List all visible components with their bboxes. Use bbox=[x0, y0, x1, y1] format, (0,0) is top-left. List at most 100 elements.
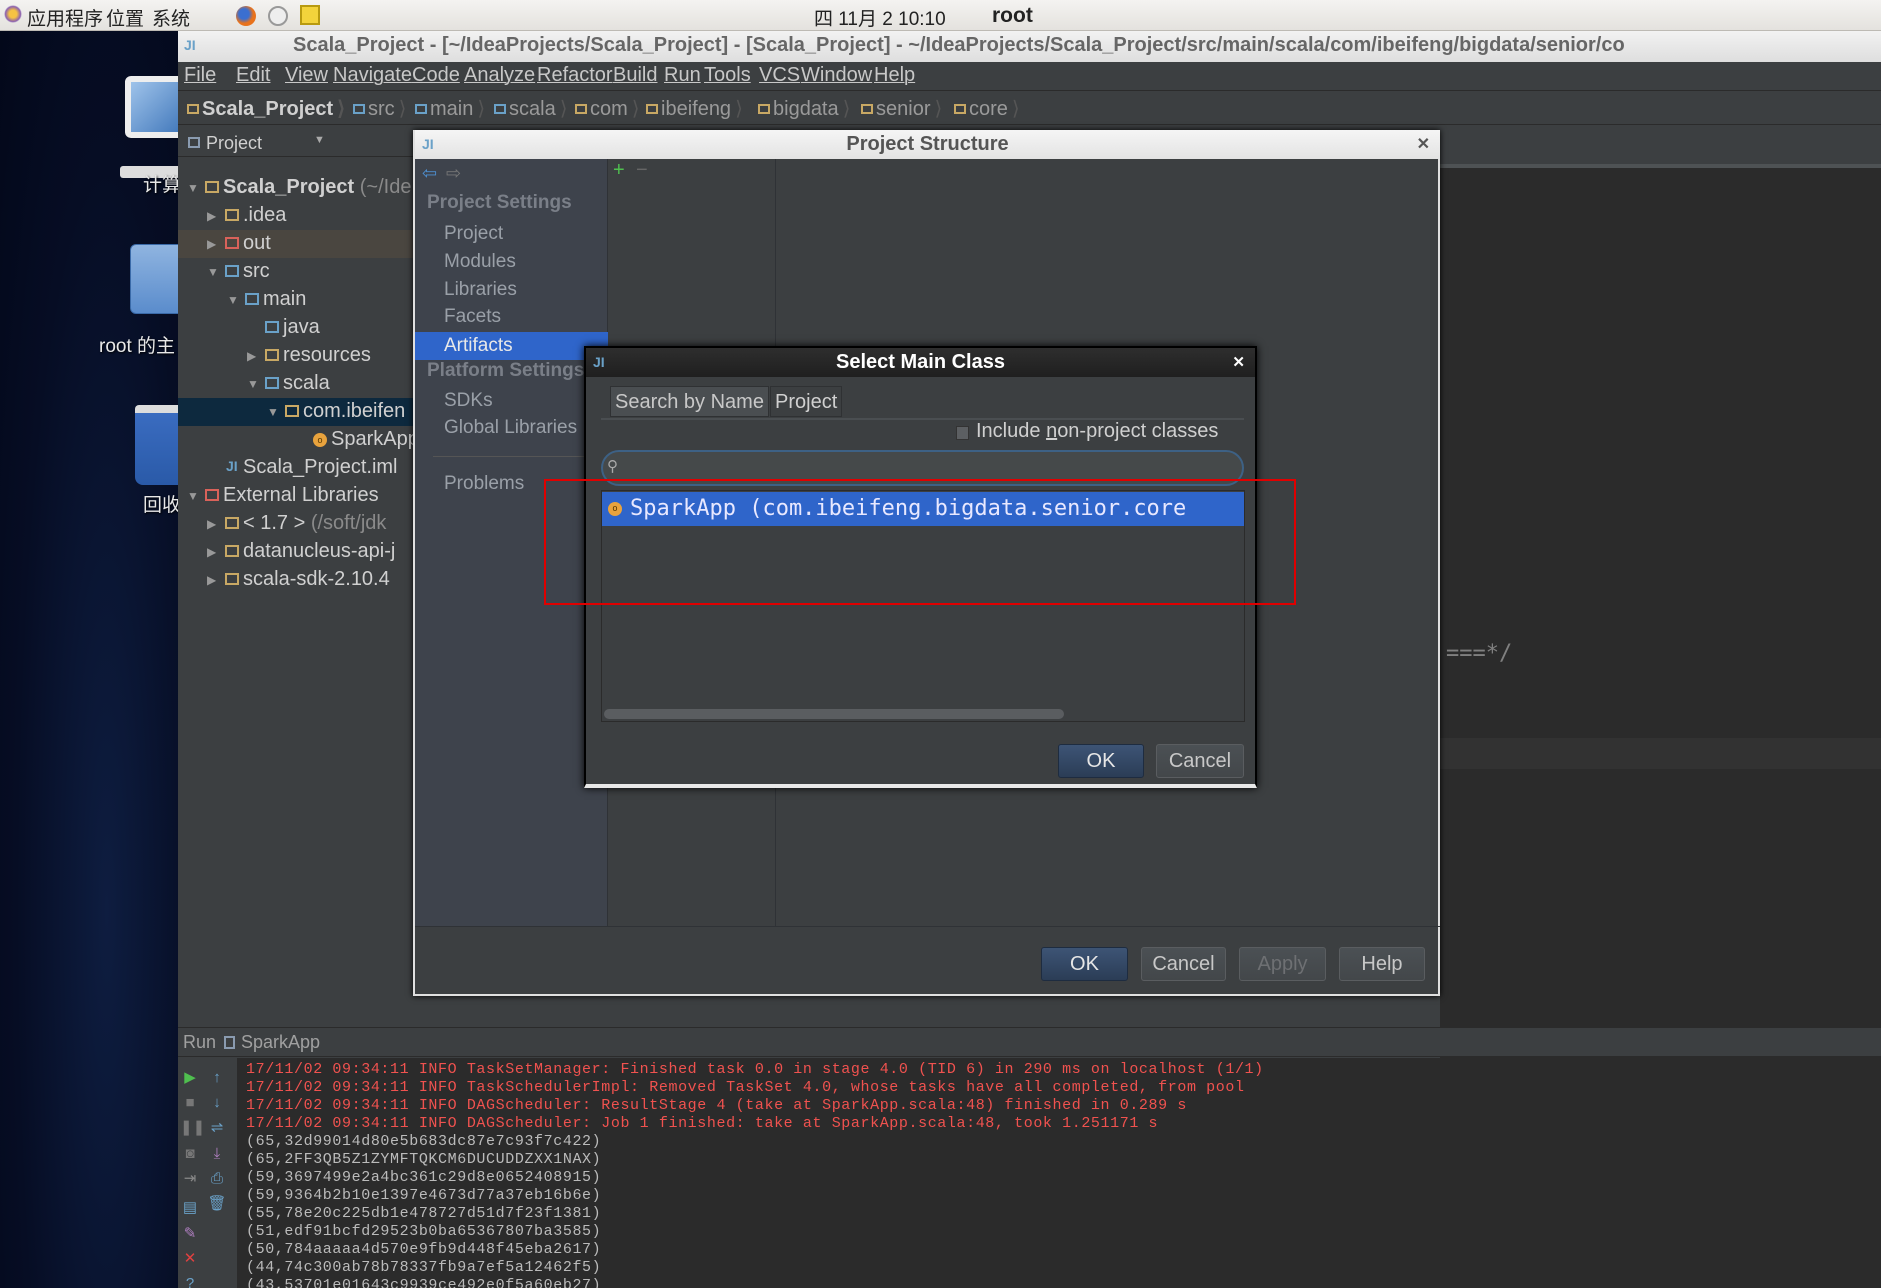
expanded-arrow-icon[interactable]: ▼ bbox=[207, 265, 219, 279]
help-icon[interactable]: ? bbox=[180, 1274, 200, 1288]
tree-item-scala-sdk-2-10-4[interactable]: ▶ scala-sdk-2.10.4 bbox=[178, 566, 413, 594]
nav-item-artifacts[interactable]: Artifacts bbox=[415, 332, 608, 360]
breadcrumb-scala-project[interactable]: Scala_Project ⟩ bbox=[187, 96, 345, 121]
tree-item-java[interactable]: java bbox=[178, 314, 413, 342]
expanded-arrow-icon[interactable]: ▼ bbox=[187, 489, 199, 503]
console-output[interactable]: 17/11/02 09:34:11 INFO TaskSetManager: F… bbox=[238, 1058, 1881, 1288]
project-panel-header[interactable]: Project ▼ bbox=[178, 130, 413, 157]
tree-item-src[interactable]: ▼ src bbox=[178, 258, 413, 286]
user-name[interactable]: root bbox=[992, 4, 1033, 28]
collapsed-arrow-icon[interactable]: ▶ bbox=[207, 545, 216, 559]
menu-applications[interactable]: 应用程序 bbox=[27, 4, 103, 31]
expanded-arrow-icon[interactable]: ▼ bbox=[187, 181, 199, 195]
project-structure-titlebar[interactable]: JI Project Structure ✕ bbox=[415, 130, 1440, 159]
ok-button[interactable]: OK bbox=[1041, 947, 1128, 981]
tree-item-com-ibeifen[interactable]: ▼ com.ibeifen bbox=[178, 398, 413, 426]
close-icon[interactable]: ✕ bbox=[1417, 130, 1430, 159]
tree-item-scala-project[interactable]: ▼ Scala_Project (~/Ide bbox=[178, 174, 413, 202]
nav-item-facets[interactable]: Facets bbox=[415, 303, 608, 331]
print-icon[interactable]: ⎙ bbox=[207, 1169, 227, 1189]
trash-icon[interactable] bbox=[125, 405, 205, 485]
email-icon[interactable] bbox=[268, 6, 288, 26]
expanded-arrow-icon[interactable]: ▼ bbox=[247, 377, 259, 391]
tree-item-scala[interactable]: ▼ scala bbox=[178, 370, 413, 398]
breadcrumb-main[interactable]: main ⟩ bbox=[415, 96, 485, 121]
ok-button[interactable]: OK bbox=[1058, 744, 1144, 778]
trash-icon[interactable]: 🗑 bbox=[207, 1194, 227, 1214]
menu-edit[interactable]: Edit bbox=[236, 64, 270, 87]
cancel-button[interactable]: Cancel bbox=[1141, 947, 1226, 981]
tree-item-main[interactable]: ▼ main bbox=[178, 286, 413, 314]
tree-item-datanucleus-api-j[interactable]: ▶ datanucleus-api-j bbox=[178, 538, 413, 566]
menu-vcs[interactable]: VCS bbox=[759, 64, 800, 87]
window-titlebar[interactable]: JI Scala_Project - [~/IdeaProjects/Scala… bbox=[178, 31, 1881, 62]
help-button[interactable]: Help bbox=[1339, 947, 1425, 981]
nav-item-modules[interactable]: Modules bbox=[415, 248, 608, 276]
breadcrumb-ibeifeng[interactable]: ibeifeng ⟩ bbox=[646, 96, 743, 121]
editor[interactable] bbox=[1440, 130, 1881, 1058]
tree-item-idea[interactable]: ▶ .idea bbox=[178, 202, 413, 230]
horizontal-scrollbar[interactable] bbox=[604, 709, 1064, 719]
menu-places[interactable]: 位置 bbox=[106, 4, 144, 31]
menu-tools[interactable]: Tools bbox=[704, 64, 751, 87]
exit-icon[interactable]: ⇥ bbox=[180, 1169, 200, 1189]
menu-file[interactable]: File bbox=[184, 64, 216, 87]
collapsed-arrow-icon[interactable]: ▶ bbox=[247, 349, 256, 363]
nav-item-libraries[interactable]: Libraries bbox=[415, 276, 608, 304]
collapsed-arrow-icon[interactable]: ▶ bbox=[207, 517, 216, 531]
layout-icon[interactable]: ▤ bbox=[180, 1198, 200, 1218]
expanded-arrow-icon[interactable]: ▼ bbox=[267, 405, 279, 419]
breadcrumb-core[interactable]: core ⟩ bbox=[954, 96, 1020, 121]
tree-item-external-libraries[interactable]: ▼ External Libraries bbox=[178, 482, 413, 510]
menu-help[interactable]: Help bbox=[874, 64, 915, 87]
home-folder-icon[interactable] bbox=[125, 244, 200, 324]
nav-item-sdks[interactable]: SDKs bbox=[415, 387, 608, 415]
cancel-button[interactable]: Cancel bbox=[1156, 744, 1244, 778]
menu-run[interactable]: Run bbox=[664, 64, 701, 87]
up-arrow-icon[interactable]: ↑ bbox=[207, 1068, 227, 1088]
chevron-down-icon[interactable]: ▼ bbox=[314, 134, 325, 146]
computer-icon[interactable] bbox=[120, 76, 195, 178]
run-config-name[interactable]: SparkApp bbox=[241, 1032, 320, 1053]
gnome-foot-icon[interactable] bbox=[4, 5, 22, 23]
apply-button[interactable]: Apply bbox=[1239, 947, 1326, 981]
menu-refactor[interactable]: Refactor bbox=[537, 64, 613, 87]
forward-arrow-icon[interactable]: ⇨ bbox=[446, 163, 461, 184]
menu-system[interactable]: 系统 bbox=[152, 4, 190, 31]
close-icon[interactable]: ✕ bbox=[1232, 348, 1245, 377]
remove-icon[interactable]: − bbox=[636, 159, 648, 182]
down-arrow-icon[interactable]: ↓ bbox=[207, 1093, 227, 1113]
breadcrumb-src[interactable]: src ⟩ bbox=[353, 96, 406, 121]
run-panel-label[interactable]: Run bbox=[183, 1032, 216, 1053]
tab-search-by-name[interactable]: Search by Name bbox=[610, 386, 769, 417]
firefox-icon[interactable] bbox=[236, 6, 256, 26]
dump-threads-icon[interactable]: ◙ bbox=[180, 1144, 200, 1164]
nav-item-project[interactable]: Project bbox=[415, 220, 608, 248]
menu-view[interactable]: View bbox=[285, 64, 328, 87]
menu-code[interactable]: Code bbox=[412, 64, 460, 87]
menu-build[interactable]: Build bbox=[613, 64, 657, 87]
tree-item-sparkapp[interactable]: o SparkApp bbox=[178, 426, 413, 454]
collapsed-arrow-icon[interactable]: ▶ bbox=[207, 209, 216, 223]
add-icon[interactable]: + bbox=[613, 159, 625, 182]
select-main-class-titlebar[interactable]: JI Select Main Class ✕ bbox=[586, 348, 1255, 377]
breadcrumb-bigdata[interactable]: bigdata ⟩ bbox=[758, 96, 850, 121]
stop-icon[interactable]: ■ bbox=[180, 1093, 200, 1113]
rerun-icon[interactable]: ▶ bbox=[180, 1068, 200, 1088]
notes-icon[interactable] bbox=[300, 5, 320, 25]
expanded-arrow-icon[interactable]: ▼ bbox=[227, 293, 239, 307]
pin-icon[interactable]: ✎ bbox=[180, 1224, 200, 1244]
collapsed-arrow-icon[interactable]: ▶ bbox=[207, 237, 216, 251]
breadcrumb-scala[interactable]: scala ⟩ bbox=[494, 96, 568, 121]
pause-icon[interactable]: ❚❚ bbox=[180, 1118, 205, 1138]
tree-item-scala-project-iml[interactable]: JI Scala_Project.iml bbox=[178, 454, 413, 482]
tree-item-1-7[interactable]: ▶ < 1.7 > (/soft/jdk bbox=[178, 510, 413, 538]
nav-item-global-libraries[interactable]: Global Libraries bbox=[415, 414, 608, 442]
menu-window[interactable]: Window bbox=[801, 64, 872, 87]
menu-navigate[interactable]: Navigate bbox=[333, 64, 412, 87]
soft-wrap-icon[interactable]: ⇌ bbox=[207, 1118, 227, 1138]
scroll-to-end-icon[interactable]: ⤓ bbox=[207, 1144, 227, 1164]
breadcrumb-senior[interactable]: senior ⟩ bbox=[861, 96, 942, 121]
back-arrow-icon[interactable]: ⇦ bbox=[422, 163, 437, 184]
menu-analyze[interactable]: Analyze bbox=[464, 64, 535, 87]
